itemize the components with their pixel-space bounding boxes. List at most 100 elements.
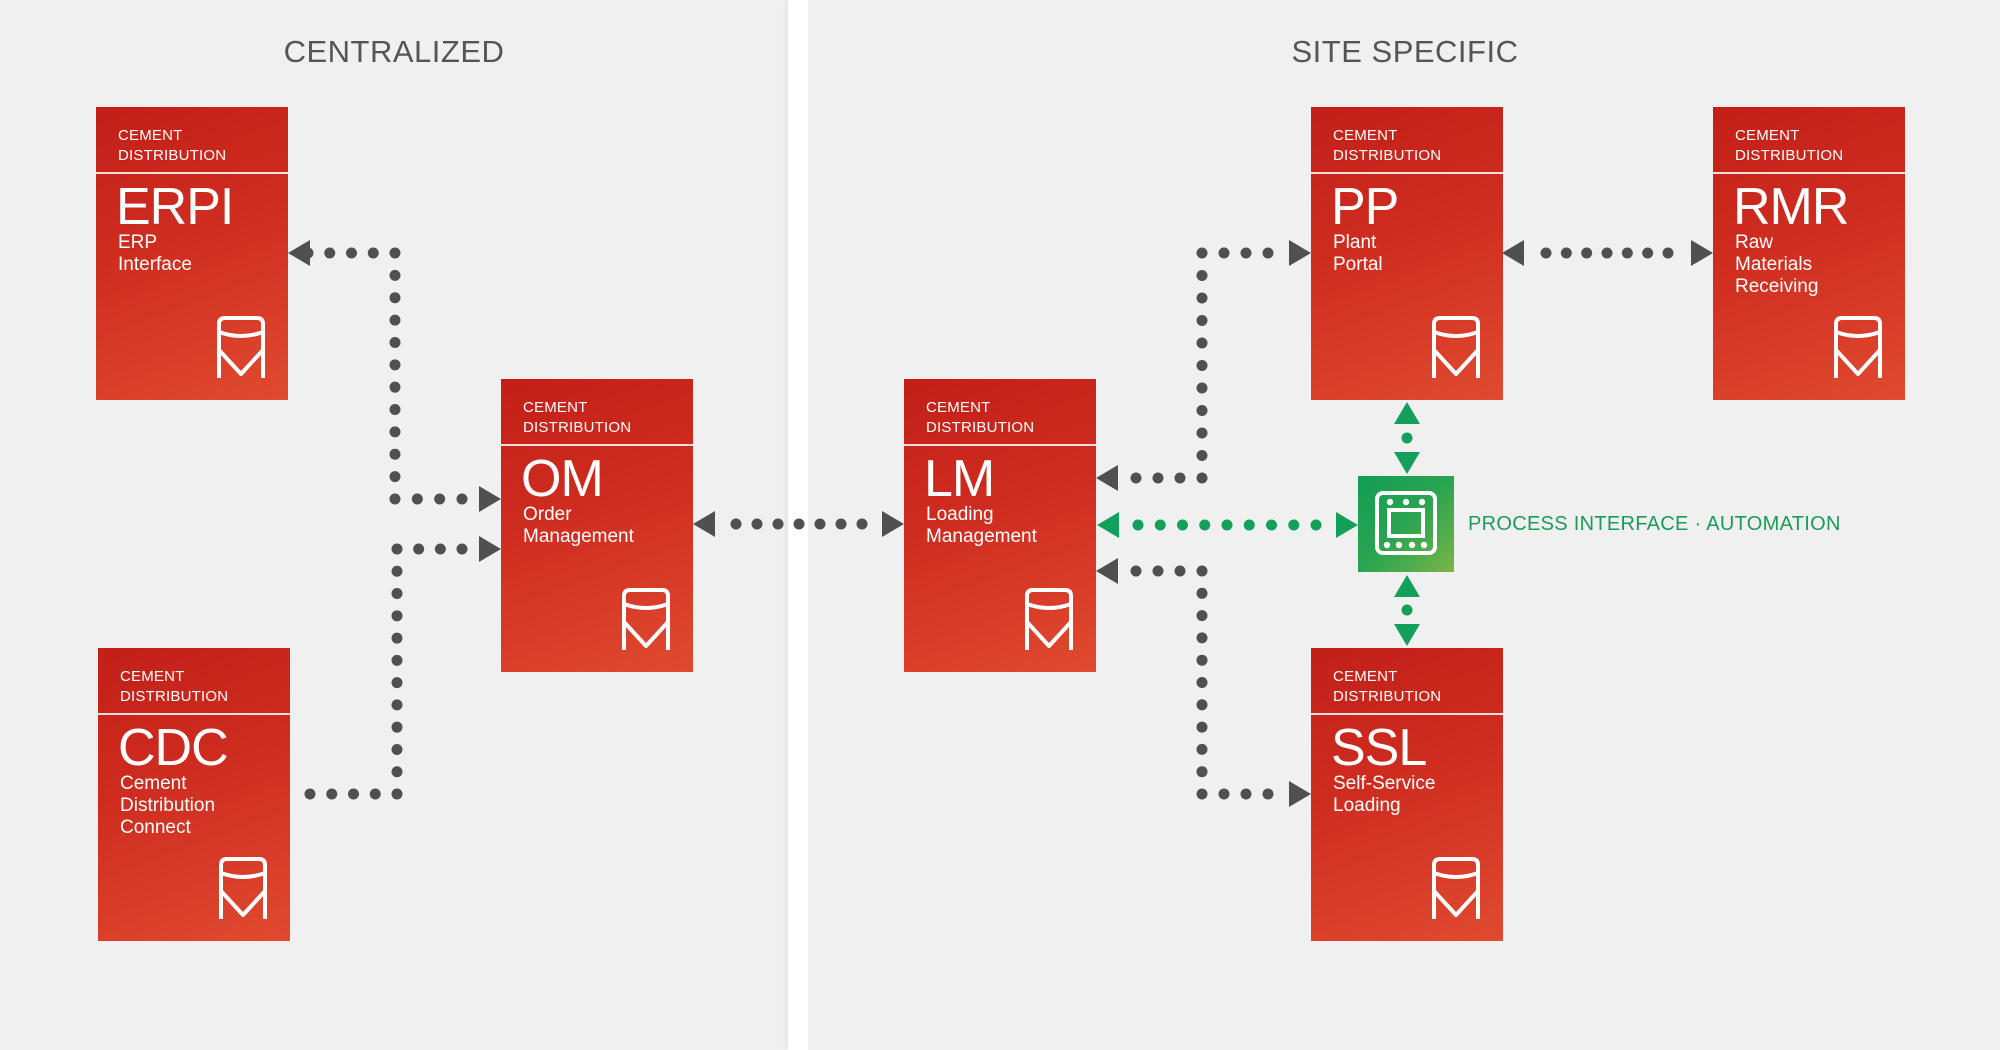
connector-dot	[1288, 519, 1300, 531]
box-subtitle-line: Self-Service	[1333, 773, 1436, 794]
box-category-line1: CEMENT	[118, 127, 183, 144]
module-box-lm[interactable]: CEMENT DISTRIBUTION LM Loading Management	[904, 379, 1096, 672]
connector-dot	[434, 493, 446, 505]
connector-dot	[1174, 565, 1186, 577]
connector-dot	[1221, 519, 1233, 531]
connector-dot	[1130, 565, 1142, 577]
connector-dot	[1401, 432, 1413, 444]
connector-dot	[411, 493, 423, 505]
connector-dot	[456, 493, 468, 505]
box-subtitle-line: Receiving	[1735, 276, 1819, 297]
box-header: CEMENT DISTRIBUTION	[98, 648, 290, 715]
connector-dot	[1196, 360, 1208, 371]
box-category-line1: CEMENT	[1735, 127, 1800, 144]
connector-dot	[391, 721, 403, 733]
connector-dot	[391, 610, 403, 622]
box-header: CEMENT DISTRIBUTION	[1311, 107, 1503, 174]
connector-dot	[1196, 610, 1208, 622]
box-header: CEMENT DISTRIBUTION	[1713, 107, 1905, 174]
connector-dot	[1642, 247, 1654, 259]
box-subtitle-line: Cement	[120, 773, 187, 794]
connector-dot	[1243, 519, 1255, 531]
module-box-erpi[interactable]: CEMENT DISTRIBUTION ERPI ERP Interface	[96, 107, 288, 400]
arrowhead-left-icon	[1097, 512, 1119, 538]
box-category-line1: CEMENT	[1333, 668, 1398, 685]
connector-dot	[1196, 632, 1208, 644]
module-box-pp[interactable]: CEMENT DISTRIBUTION PP Plant Portal	[1311, 107, 1503, 400]
connector-dot	[1152, 472, 1164, 484]
box-subtitle-line: Management	[523, 526, 634, 547]
arrowhead-right-icon	[479, 486, 501, 512]
connector-dot	[793, 518, 805, 530]
box-subtitle-line: Loading	[1333, 795, 1401, 816]
connector-dot	[1196, 405, 1208, 416]
connector-dot	[1540, 247, 1552, 259]
silo-icon	[1432, 857, 1480, 919]
connector-dot	[324, 247, 336, 259]
connector-dot	[1196, 292, 1208, 304]
connector-dot	[389, 493, 401, 505]
module-box-cdc[interactable]: CEMENT DISTRIBUTION CDC Cement Distribution C…	[98, 648, 290, 941]
connector-dot	[1196, 247, 1208, 259]
connector-dot	[348, 788, 359, 800]
module-box-ssl[interactable]: CEMENT DISTRIBUTION SSL Self-Service Loading	[1311, 648, 1503, 941]
silo-icon	[219, 857, 267, 919]
connector-dot	[1262, 788, 1274, 800]
box-header: CEMENT DISTRIBUTION	[1311, 648, 1503, 715]
connector-dot	[1240, 788, 1252, 800]
box-subtitle-line: Portal	[1333, 254, 1383, 275]
connector-dot	[1196, 270, 1208, 281]
connector-dot	[391, 677, 403, 689]
arrowhead-left-icon	[288, 240, 310, 266]
box-subtitle-line: Connect	[120, 817, 191, 838]
box-subtitle-line: Order	[523, 504, 572, 525]
connector-dot	[391, 654, 403, 666]
box-subtitle-line: Interface	[118, 254, 192, 275]
connector-dot	[391, 543, 403, 555]
arrowhead-right-icon	[1336, 512, 1358, 538]
arrowhead-right-icon	[479, 536, 501, 562]
connector-dot	[1196, 699, 1208, 711]
connector-dot	[389, 314, 401, 326]
connector-dot	[367, 247, 379, 259]
silo-icon	[622, 588, 670, 650]
connector-dot	[389, 269, 401, 281]
process-interface-box[interactable]	[1358, 476, 1454, 572]
box-header: CEMENT DISTRIBUTION	[904, 379, 1096, 446]
box-subtitle-line: Distribution	[120, 795, 216, 816]
connector-dot	[1218, 788, 1230, 800]
connector-dot	[304, 788, 316, 800]
connector-dot	[1662, 247, 1674, 259]
connector-dot	[456, 543, 468, 555]
arrowhead-down-icon	[1394, 452, 1420, 474]
connector-dot	[389, 426, 401, 438]
box-subtitle: Self-Service Loading	[1333, 773, 1435, 817]
connector-dot	[1262, 247, 1274, 259]
box-category-line1: CEMENT	[1333, 127, 1398, 144]
arrowhead-up-icon	[1394, 402, 1420, 424]
box-header: CEMENT DISTRIBUTION	[501, 379, 693, 446]
module-box-om[interactable]: CEMENT DISTRIBUTION OM Order Management	[501, 379, 693, 672]
connector-dot	[814, 518, 826, 530]
box-category-line2: DISTRIBUTION	[120, 688, 229, 705]
connector-dot	[835, 518, 847, 530]
box-subtitle-line: Loading	[926, 504, 994, 525]
connector-dot	[389, 247, 401, 259]
connector-dot	[856, 518, 868, 530]
arrowhead-right-icon	[882, 511, 904, 537]
module-box-rmr[interactable]: CEMENT DISTRIBUTION RMR Raw Materials Receivi…	[1713, 107, 1905, 400]
connector-dot	[1154, 519, 1166, 531]
box-subtitle: Raw Materials Receiving	[1735, 232, 1818, 298]
connector-dot	[1621, 247, 1633, 259]
connector-dot	[1240, 247, 1252, 259]
silo-icon	[1432, 316, 1480, 378]
connector-dot	[434, 543, 446, 555]
arrowhead-right-icon	[1691, 240, 1713, 266]
connector-dot	[391, 766, 403, 778]
connector-dot	[391, 632, 403, 644]
connector-dot	[389, 471, 401, 483]
box-subtitle: Cement Distribution Connect	[120, 773, 215, 839]
arrowhead-left-icon	[1502, 240, 1524, 266]
connector-dot	[1196, 766, 1208, 778]
connector-dot	[326, 788, 338, 800]
